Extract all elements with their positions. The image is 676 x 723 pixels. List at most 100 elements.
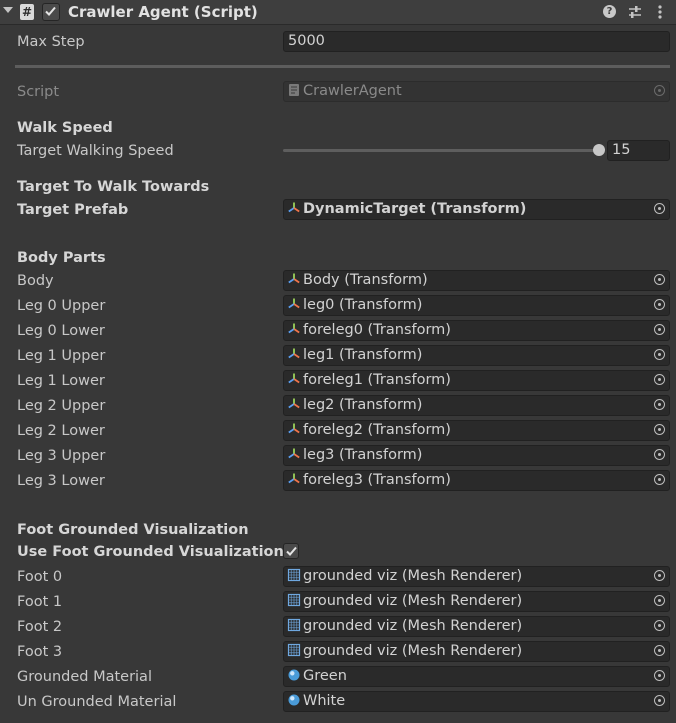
walking-speed-slider-thumb[interactable] [593,144,605,156]
transform-icon [288,323,300,334]
object-picker-icon[interactable] [654,695,665,706]
body-part-field[interactable]: foreleg2 (Transform) [283,420,670,441]
target-walking-speed-label: Target Walking Speed [17,143,174,159]
object-picker-icon[interactable] [654,449,665,460]
object-picker-icon[interactable] [654,670,665,681]
foot-value: grounded viz (Mesh Renderer) [303,593,523,609]
transform-icon [288,398,300,409]
body-part-label: Leg 0 Upper [17,298,106,314]
body-part-field[interactable]: foreleg3 (Transform) [283,470,670,491]
body-part-value: leg3 (Transform) [303,447,423,463]
body-part-value: foreleg3 (Transform) [303,472,451,488]
mesh-renderer-icon [287,568,301,582]
body-part-label: Body [17,273,54,289]
walking-speed-input[interactable]: 15 [607,140,670,161]
foot-field[interactable]: grounded viz (Mesh Renderer) [283,591,670,612]
object-picker-icon[interactable] [654,474,665,485]
body-part-label: Leg 2 Lower [17,423,105,439]
material-value: Green [303,668,347,684]
presets-icon[interactable] [627,4,643,20]
mesh-renderer-icon [287,593,301,607]
body-part-value: foreleg0 (Transform) [303,322,451,338]
walk-speed-header: Walk Speed [17,120,113,136]
max-step-input[interactable]: 5000 [283,31,670,52]
body-parts-header: Body Parts [17,250,106,266]
transform-icon [288,348,300,359]
transform-icon [288,423,300,434]
body-part-label: Leg 3 Lower [17,473,105,489]
body-part-value: leg2 (Transform) [303,397,423,413]
transform-icon [288,473,300,484]
foot-value: grounded viz (Mesh Renderer) [303,643,523,659]
mesh-renderer-icon [287,618,301,632]
object-picker-icon[interactable] [654,595,665,606]
foot-label: Foot 0 [17,569,63,585]
body-part-value: leg1 (Transform) [303,347,423,363]
script-value: CrawlerAgent [303,83,402,99]
body-part-label: Leg 2 Upper [17,398,106,414]
target-prefab-field[interactable]: DynamicTarget (Transform) [283,199,670,220]
foot-field[interactable]: grounded viz (Mesh Renderer) [283,616,670,637]
transform-icon [288,273,300,284]
foot-field[interactable]: grounded viz (Mesh Renderer) [283,641,670,662]
material-field[interactable]: Green [283,666,670,687]
transform-icon [288,202,300,213]
kebab-menu-icon[interactable] [652,4,668,20]
object-picker-icon[interactable] [654,645,665,656]
object-picker-icon[interactable] [654,570,665,581]
foot-label: Foot 2 [17,619,63,635]
material-label: Un Grounded Material [17,694,177,710]
divider [15,65,670,68]
mesh-renderer-icon [287,643,301,657]
walking-speed-slider-track[interactable] [283,149,599,152]
foot-value: grounded viz (Mesh Renderer) [303,568,523,584]
material-icon [288,694,300,706]
object-picker-icon[interactable] [654,274,665,285]
checkmark-icon [45,6,56,16]
component-header[interactable]: # Crawler Agent (Script) ? [0,0,676,25]
object-picker-icon[interactable] [654,424,665,435]
foldout-arrow-icon[interactable] [3,7,13,13]
object-picker-icon[interactable] [654,299,665,310]
object-picker-icon [654,85,665,96]
checkmark-icon [286,546,297,556]
component-title: Crawler Agent (Script) [68,3,258,21]
body-part-label: Leg 1 Lower [17,373,105,389]
body-part-field[interactable]: foreleg1 (Transform) [283,370,670,391]
material-field[interactable]: White [283,691,670,712]
object-picker-icon[interactable] [654,349,665,360]
body-part-field[interactable]: leg0 (Transform) [283,295,670,316]
body-part-label: Leg 3 Upper [17,448,106,464]
body-part-label: Leg 0 Lower [17,323,105,339]
foot-label: Foot 3 [17,644,63,660]
component-enabled-checkbox[interactable] [42,3,60,21]
body-part-field[interactable]: leg1 (Transform) [283,345,670,366]
transform-icon [288,298,300,309]
use-foot-viz-label: Use Foot Grounded Visualization [17,544,284,560]
object-picker-icon[interactable] [654,399,665,410]
use-foot-viz-checkbox[interactable] [283,543,299,559]
script-icon: # [20,4,34,20]
material-icon [288,669,300,681]
target-header: Target To Walk Towards [17,179,210,195]
transform-icon [288,448,300,459]
object-picker-icon[interactable] [654,324,665,335]
body-part-value: leg0 (Transform) [303,297,423,313]
body-part-field[interactable]: foreleg0 (Transform) [283,320,670,341]
material-label: Grounded Material [17,669,152,685]
script-file-icon [289,84,299,96]
body-part-value: foreleg2 (Transform) [303,422,451,438]
object-picker-icon[interactable] [654,374,665,385]
object-picker-icon[interactable] [654,620,665,631]
foot-viz-header: Foot Grounded Visualization [17,522,249,538]
body-part-field[interactable]: leg2 (Transform) [283,395,670,416]
foot-field[interactable]: grounded viz (Mesh Renderer) [283,566,670,587]
max-step-label: Max Step [17,34,85,50]
help-icon[interactable]: ? [603,5,616,18]
script-label: Script [17,84,60,100]
object-picker-icon[interactable] [654,203,665,214]
script-field: CrawlerAgent [283,81,670,102]
body-part-label: Leg 1 Upper [17,348,106,364]
body-part-field[interactable]: leg3 (Transform) [283,445,670,466]
body-part-field[interactable]: Body (Transform) [283,270,670,291]
